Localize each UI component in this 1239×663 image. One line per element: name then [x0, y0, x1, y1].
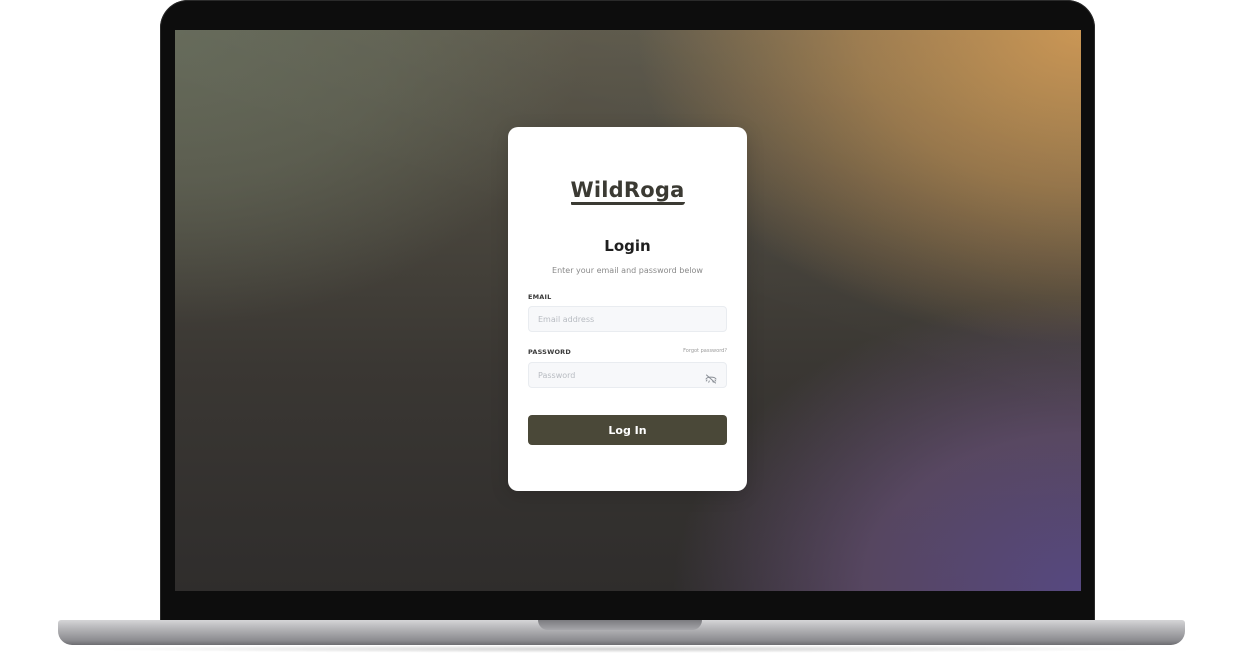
- password-label: PASSWORD: [528, 348, 571, 356]
- login-card: WildRoga Login Enter your email and pass…: [508, 127, 747, 491]
- login-button[interactable]: Log In: [528, 415, 727, 445]
- eye-off-icon[interactable]: [705, 370, 717, 384]
- email-field-container: [528, 306, 727, 332]
- email-field[interactable]: [529, 307, 726, 332]
- laptop-opening-notch: [538, 620, 702, 630]
- brand-logo-underline: [570, 202, 685, 205]
- email-label: EMAIL: [528, 293, 552, 301]
- page-title: Login: [604, 237, 651, 255]
- brand-logo: WildRoga: [508, 178, 747, 205]
- device-mockup: WildRoga Login Enter your email and pass…: [0, 0, 1239, 663]
- brand-logo-text: WildRoga: [570, 178, 685, 202]
- laptop-shadow: [70, 645, 1170, 653]
- page-subtitle: Enter your email and password below: [552, 266, 703, 275]
- forgot-password-link[interactable]: Forgot password?: [683, 348, 727, 354]
- password-field[interactable]: [529, 363, 726, 388]
- password-field-container: [528, 362, 727, 388]
